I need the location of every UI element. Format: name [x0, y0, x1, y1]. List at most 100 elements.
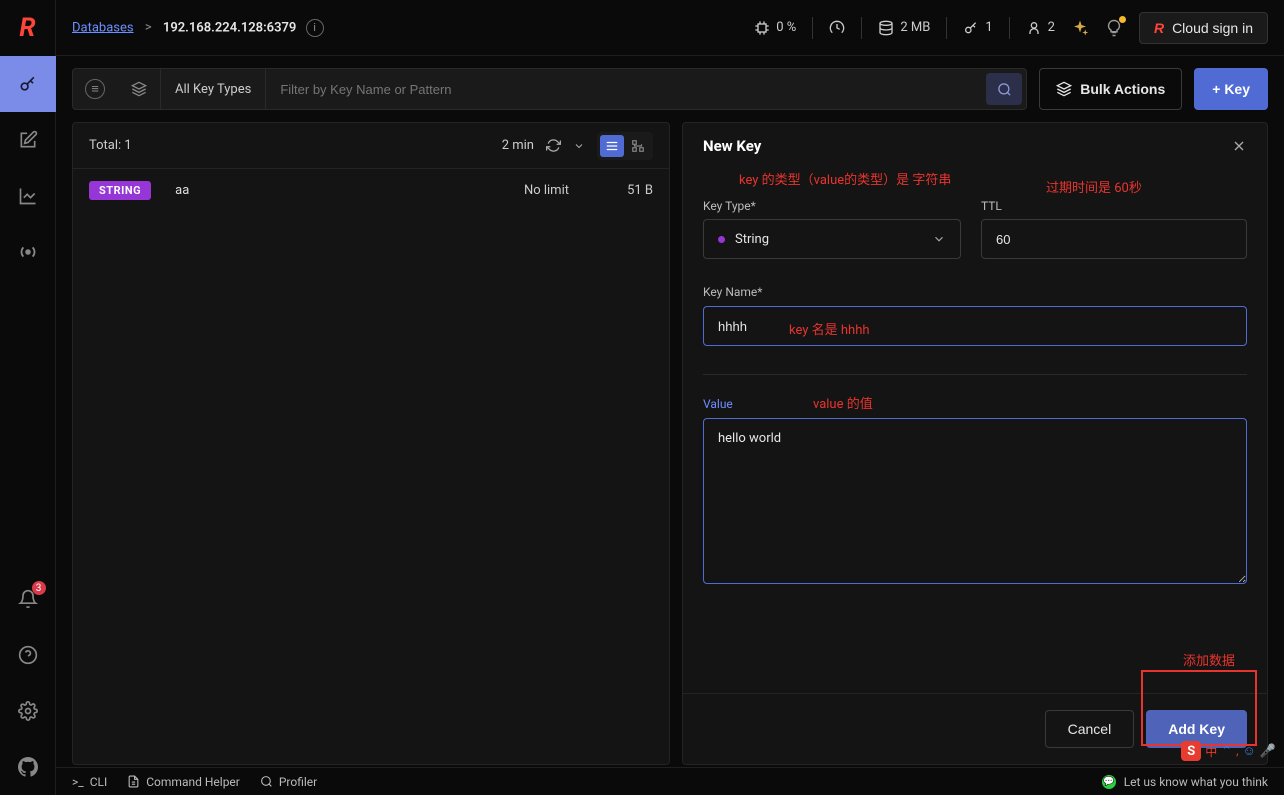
ime-mic-icon[interactable]: 🎤	[1260, 744, 1276, 759]
keys-stat: 1	[963, 20, 992, 36]
cpu-stat: 0 %	[754, 20, 796, 36]
value-textarea[interactable]	[703, 418, 1247, 584]
key-toolbar: ≡ All Key Types Bulk Actions + Key	[72, 68, 1268, 110]
chart-icon	[18, 186, 38, 206]
key-type-badge: STRING	[89, 181, 151, 200]
bulk-actions-button[interactable]: Bulk Actions	[1039, 68, 1182, 110]
annotation-keytype: key 的类型（value的类型）是 字符串	[739, 169, 951, 188]
close-button[interactable]	[1231, 138, 1247, 154]
cli-button[interactable]: >_ CLI	[72, 775, 107, 789]
annotation-value: value 的值	[813, 393, 873, 412]
gear-icon	[18, 701, 38, 721]
help-icon	[18, 645, 38, 665]
key-count-icon	[963, 20, 979, 36]
filter-input[interactable]	[266, 82, 982, 97]
terminal-icon: >_	[72, 775, 84, 789]
refresh-icon	[546, 138, 561, 153]
new-key-title: New Key	[703, 137, 761, 155]
add-key-button[interactable]: + Key	[1194, 68, 1268, 110]
nav-workbench[interactable]	[0, 112, 56, 168]
key-icon	[18, 74, 38, 94]
database-icon	[878, 20, 894, 36]
user-icon	[1026, 20, 1042, 36]
ime-overlay: S 中 ⌃ , ☺ 🎤	[1181, 741, 1276, 761]
nav-help[interactable]	[0, 627, 56, 683]
index-filter-button[interactable]	[117, 69, 161, 109]
breadcrumb-current: 192.168.224.128:6379	[163, 20, 296, 35]
command-helper-button[interactable]: Command Helper	[127, 775, 240, 789]
ime-smile-icon[interactable]: ☺	[1243, 743, 1256, 759]
form-footer: 添加数据 Cancel Add Key	[683, 693, 1267, 764]
clients-stat: 2	[1026, 20, 1055, 36]
stack-icon	[1056, 81, 1072, 97]
breadcrumb-root-link[interactable]: Databases	[72, 20, 134, 35]
lightbulb-icon[interactable]	[1105, 19, 1123, 37]
filter-toggle-button[interactable]: ≡	[73, 69, 117, 109]
ttl-input[interactable]	[981, 219, 1247, 259]
total-label: Total: 1	[89, 138, 132, 153]
memory-stat: 2 MB	[878, 20, 930, 36]
new-key-header: New Key	[683, 123, 1267, 169]
key-name: aa	[175, 183, 445, 198]
bottom-bar: >_ CLI Command Helper Profiler 💬 Let us …	[56, 767, 1284, 795]
top-bar: Databases > 192.168.224.128:6379 i 0 % 2…	[56, 0, 1284, 56]
layers-icon	[131, 81, 147, 97]
left-sidebar: R 3	[0, 0, 56, 795]
search-icon	[997, 82, 1012, 97]
latency-stat	[829, 20, 845, 36]
ime-lang: 中	[1205, 743, 1217, 760]
sparkle-icon[interactable]	[1071, 19, 1089, 37]
key-list-panel: Total: 1 2 min STRING aa No limit	[72, 122, 670, 765]
nav-analysis[interactable]	[0, 168, 56, 224]
new-key-panel: New Key key 的类型（value的类型）是 字符串 过期时间是 60秒…	[682, 122, 1268, 765]
key-ttl: No limit	[469, 183, 569, 198]
nav-settings[interactable]	[0, 683, 56, 739]
key-size: 51 B	[593, 183, 653, 198]
value-label: Value	[703, 397, 733, 411]
gauge-icon	[829, 20, 845, 36]
breadcrumb: Databases > 192.168.224.128:6379 i	[72, 19, 324, 37]
chevron-down-icon[interactable]	[573, 140, 585, 152]
tree-icon	[631, 139, 645, 153]
list-view-toggle[interactable]	[600, 135, 624, 157]
annotation-addkey: 添加数据	[1183, 650, 1235, 669]
filter-group: ≡ All Key Types	[72, 68, 1027, 110]
cancel-button[interactable]: Cancel	[1045, 710, 1135, 748]
tree-view-toggle[interactable]	[626, 135, 650, 157]
key-name-label: Key Name*	[703, 285, 762, 299]
list-icon	[605, 139, 619, 153]
key-name-input[interactable]	[703, 306, 1247, 346]
feedback-link[interactable]: Let us know what you think	[1124, 775, 1268, 789]
doc-icon	[127, 775, 140, 788]
ime-chip[interactable]: S	[1181, 741, 1201, 761]
app-logo-icon[interactable]: R	[0, 0, 56, 56]
key-list-header: Total: 1 2 min	[73, 123, 669, 169]
type-color-dot	[718, 236, 725, 243]
key-type-filter[interactable]: All Key Types	[161, 69, 266, 109]
key-row[interactable]: STRING aa No limit 51 B	[73, 169, 669, 212]
refresh-button[interactable]	[546, 138, 561, 153]
key-type-label: Key Type*	[703, 199, 961, 213]
github-icon	[18, 757, 38, 777]
chevron-down-icon	[932, 232, 946, 246]
redis-logo-icon: R	[1154, 20, 1164, 36]
nav-pubsub[interactable]	[0, 224, 56, 280]
nav-keys[interactable]	[0, 56, 56, 112]
edit-icon	[18, 130, 38, 150]
annotation-ttl: 过期时间是 60秒	[1046, 177, 1142, 196]
ttl-label: TTL	[981, 199, 1247, 213]
key-type-dropdown[interactable]: String	[703, 219, 961, 259]
profiler-icon	[260, 775, 273, 788]
feedback-icon: 💬	[1102, 775, 1116, 789]
lightbulb-dot	[1119, 16, 1126, 23]
nav-notifications[interactable]: 3	[0, 571, 56, 627]
cloud-signin-button[interactable]: R Cloud sign in	[1139, 12, 1268, 44]
search-button[interactable]	[986, 73, 1022, 105]
nav-github[interactable]	[0, 739, 56, 795]
cpu-icon	[754, 20, 770, 36]
info-icon[interactable]: i	[306, 19, 324, 37]
notification-badge: 3	[32, 581, 46, 595]
last-refresh: 2 min	[502, 138, 534, 153]
profiler-button[interactable]: Profiler	[260, 775, 317, 789]
broadcast-icon	[17, 241, 39, 263]
